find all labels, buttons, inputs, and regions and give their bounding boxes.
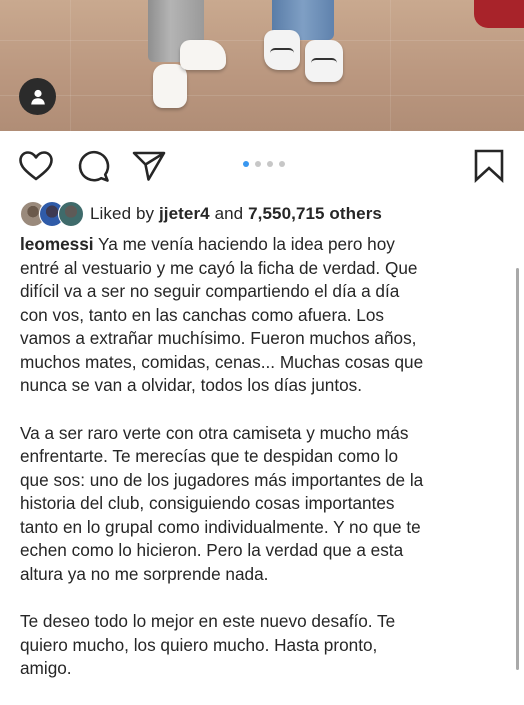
post-caption: leomessi Ya me venía haciendo la idea pe… xyxy=(20,233,512,705)
carousel-dot xyxy=(255,161,261,167)
liker-username[interactable]: jjeter4 xyxy=(159,204,210,223)
shoe-detail xyxy=(311,58,337,68)
share-icon[interactable] xyxy=(131,150,167,182)
caption-paragraph: Va a ser raro verte con otra camiseta y … xyxy=(20,422,424,584)
carousel-indicator xyxy=(243,161,285,167)
caption-paragraph: Te deseo todo lo mejor en este nuevo des… xyxy=(20,611,396,678)
carousel-dot xyxy=(267,161,273,167)
carousel-dot-active xyxy=(243,161,249,167)
post-photo[interactable] xyxy=(0,0,524,131)
caption-username[interactable]: leomessi xyxy=(20,234,94,254)
user-tag-icon xyxy=(30,89,45,104)
shoe-detail xyxy=(270,48,294,58)
liked-by-label: Liked by xyxy=(90,204,155,223)
likes-row[interactable]: Liked by jjeter4 and 7,550,715 others xyxy=(20,200,382,228)
scrollbar[interactable] xyxy=(516,268,519,670)
caption-text: Ya me venía haciendo la idea pero hoy en… xyxy=(20,234,424,395)
comment-icon[interactable] xyxy=(76,149,110,183)
heart-icon[interactable] xyxy=(18,150,54,182)
shoe xyxy=(153,64,187,108)
likes-text: Liked by jjeter4 and 7,550,715 others xyxy=(90,204,382,224)
likes-count[interactable]: 7,550,715 others xyxy=(248,204,382,223)
avatar xyxy=(58,201,84,227)
tagged-users-button[interactable] xyxy=(19,78,56,115)
liker-avatars[interactable] xyxy=(20,201,84,227)
caption-paragraph: leomessi Ya me venía haciendo la idea pe… xyxy=(20,233,512,398)
bookmark-icon[interactable] xyxy=(473,149,505,183)
carousel-dot xyxy=(279,161,285,167)
likes-connector: and xyxy=(214,204,244,223)
shoe xyxy=(180,40,226,70)
background-red-object xyxy=(474,0,524,28)
